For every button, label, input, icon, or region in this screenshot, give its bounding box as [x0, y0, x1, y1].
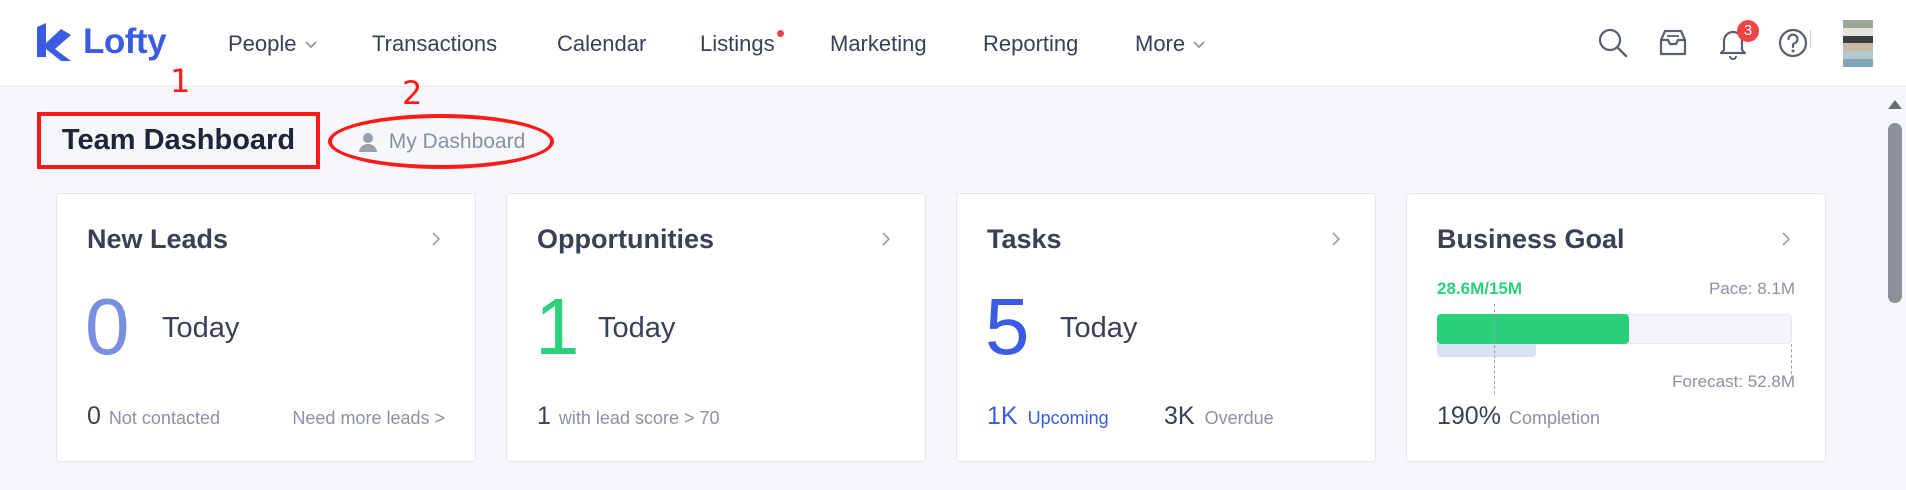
card-title: Business Goal — [1437, 224, 1625, 254]
tab-my-dashboard[interactable]: My Dashboard — [328, 114, 554, 169]
logo-text: Lofty — [83, 22, 167, 61]
not-contacted-stat[interactable]: 0 Not contacted — [87, 402, 220, 431]
forecast-marker-line — [1791, 344, 1792, 374]
new-leads-count: 0 — [85, 282, 130, 371]
tasks-card[interactable]: Tasks 5 Today 1K Upcoming 3K Overdue — [956, 193, 1376, 462]
completion-value: 190% — [1437, 402, 1501, 430]
annotation-number-2: 2 — [402, 74, 423, 112]
opportunities-card[interactable]: Opportunities 1 Today 1 with lead score … — [506, 193, 926, 462]
overdue-stat[interactable]: 3K Overdue — [1164, 402, 1274, 431]
period-label: Today — [1060, 312, 1138, 344]
nav-people-label: People — [228, 31, 297, 56]
period-label: Today — [598, 312, 676, 344]
toolbar-divider — [1810, 30, 1811, 48]
search-icon — [1598, 28, 1628, 58]
forecast-label: Forecast: 52.8M — [1672, 372, 1795, 391]
notifications-button[interactable]: 3 — [1715, 20, 1759, 62]
nav-listings-text: Listings — [700, 31, 775, 56]
scroll-up-arrow-icon[interactable] — [1888, 100, 1902, 109]
upcoming-count: 1K — [987, 402, 1018, 430]
upcoming-stat[interactable]: 1K Upcoming — [987, 402, 1109, 431]
help-icon — [1778, 28, 1808, 58]
nav-listings[interactable]: Listings — [700, 29, 784, 59]
inbox-button[interactable] — [1655, 24, 1691, 62]
goal-progress-fill — [1437, 314, 1629, 344]
annotation-number-1: 1 — [170, 62, 191, 100]
nav-calendar-label: Calendar — [557, 31, 647, 56]
chevron-down-icon — [304, 41, 317, 49]
lofty-logo[interactable]: Lofty — [35, 20, 167, 64]
tab-team-dashboard-label: Team Dashboard — [61, 124, 296, 156]
pace-bar — [1437, 344, 1536, 357]
chevron-right-icon[interactable] — [1327, 230, 1345, 248]
nav-more-label: More — [1135, 31, 1186, 56]
nav-marketing[interactable]: Marketing — [830, 29, 927, 59]
tasks-count: 5 — [985, 282, 1030, 371]
pace-marker-line — [1494, 304, 1495, 394]
pace-label: Pace: 8.1M — [1709, 279, 1795, 298]
chevron-down-icon — [1193, 41, 1205, 49]
not-contacted-label: Not contacted — [108, 408, 220, 428]
lead-score-count: 1 — [537, 402, 551, 430]
new-indicator-dot — [776, 30, 784, 37]
chevron-right-icon[interactable] — [427, 230, 445, 248]
nav-marketing-label: Marketing — [830, 31, 927, 56]
chevron-right-icon[interactable] — [1777, 230, 1795, 248]
overdue-count: 3K — [1164, 402, 1195, 430]
goal-progress-text: 28.6M/15M — [1437, 279, 1523, 298]
not-contacted-count: 0 — [87, 402, 101, 430]
lead-score-label: with lead score > 70 — [558, 408, 720, 428]
tab-team-dashboard[interactable]: Team Dashboard — [37, 112, 320, 169]
overdue-label: Overdue — [1204, 408, 1274, 428]
card-title: Opportunities — [537, 224, 714, 254]
inbox-icon — [1659, 29, 1687, 56]
completion-label: Completion — [1508, 408, 1600, 428]
notification-count-badge: 3 — [1737, 20, 1759, 42]
scrollbar-thumb[interactable] — [1888, 123, 1902, 303]
nav-transactions-label: Transactions — [372, 31, 498, 56]
avatar[interactable] — [1843, 20, 1873, 67]
nav-reporting[interactable]: Reporting — [983, 29, 1078, 59]
person-icon — [358, 132, 377, 152]
help-button[interactable] — [1775, 24, 1811, 62]
card-title: Tasks — [987, 224, 1062, 254]
nav-calendar[interactable]: Calendar — [557, 29, 646, 59]
top-navigation-bar: Lofty People Transactions Calendar Listi… — [0, 0, 1906, 87]
chevron-right-icon[interactable] — [877, 230, 895, 248]
nav-more[interactable]: More — [1135, 29, 1207, 59]
lead-score-stat[interactable]: 1 with lead score > 70 — [537, 402, 720, 431]
new-leads-card[interactable]: New Leads 0 Today 0 Not contacted Need m… — [56, 193, 476, 462]
need-more-leads-link[interactable]: Need more leads > — [292, 408, 445, 429]
nav-transactions[interactable]: Transactions — [372, 29, 497, 59]
completion-stat: 190% Completion — [1437, 402, 1600, 431]
business-goal-card[interactable]: Business Goal 28.6M/15M Pace: 8.1M Forec… — [1406, 193, 1826, 462]
lofty-logo-icon — [37, 23, 71, 61]
card-title: New Leads — [87, 224, 229, 254]
nav-people[interactable]: People — [228, 29, 319, 59]
period-label: Today — [162, 312, 240, 344]
nav-listings-label: Listings — [700, 30, 784, 57]
tab-my-dashboard-label: My Dashboard — [388, 129, 526, 153]
upcoming-label: Upcoming — [1027, 408, 1109, 428]
opportunities-count: 1 — [535, 282, 580, 371]
nav-reporting-label: Reporting — [983, 31, 1079, 56]
search-button[interactable] — [1595, 24, 1631, 62]
